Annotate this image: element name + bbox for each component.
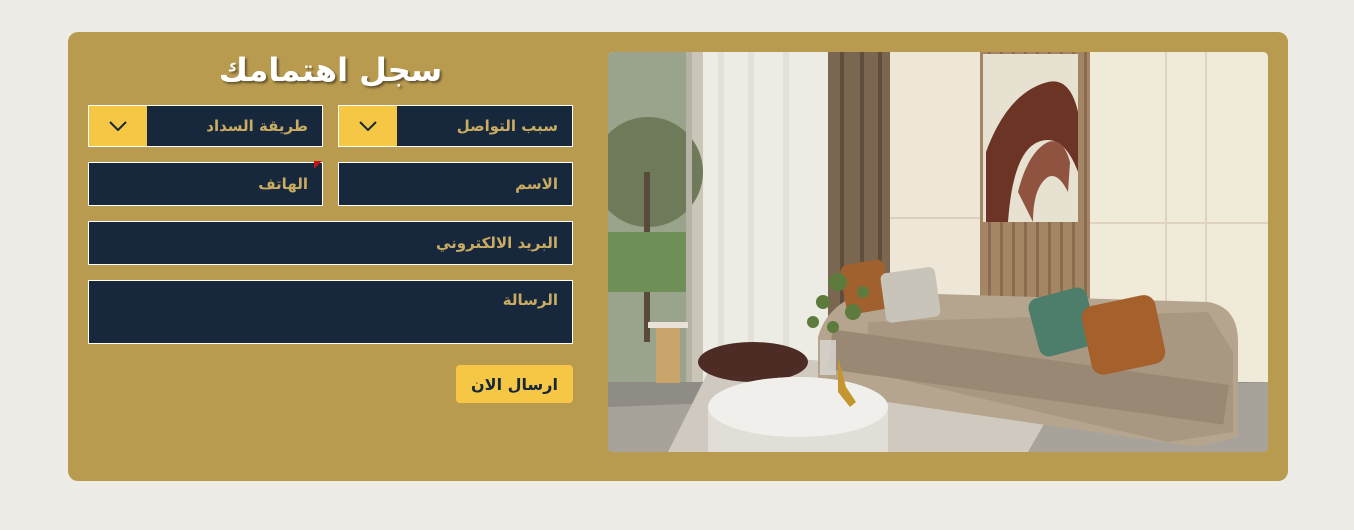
email-placeholder: البريد الالكتروني: [436, 234, 558, 252]
email-field[interactable]: البريد الالكتروني: [88, 221, 573, 265]
phone-placeholder: الهاتف: [258, 175, 308, 193]
payment-method-select[interactable]: طريقة السداد: [88, 105, 323, 147]
payment-method-dropdown-button[interactable]: [89, 106, 147, 146]
submit-button[interactable]: ارسال الان: [456, 365, 573, 403]
message-placeholder: الرسالة: [502, 291, 558, 309]
chevron-down-icon: [359, 121, 377, 131]
contact-reason-select[interactable]: سبب التواصل: [338, 105, 573, 147]
name-placeholder: الاسم: [515, 175, 558, 193]
form-title: سجل اهتمامك: [218, 51, 443, 89]
chevron-down-icon: [109, 121, 127, 131]
required-marker: [314, 161, 322, 169]
payment-method-placeholder: طريقة السداد: [206, 117, 308, 135]
register-interest-card: سجل اهتمامك سبب التواصل طريقة السداد الا…: [68, 32, 1288, 481]
message-field[interactable]: الرسالة: [88, 280, 573, 344]
name-field[interactable]: الاسم: [338, 162, 573, 206]
phone-field[interactable]: الهاتف: [88, 162, 323, 206]
contact-reason-dropdown-button[interactable]: [339, 106, 397, 146]
living-room-photo: [608, 52, 1268, 452]
contact-reason-placeholder: سبب التواصل: [456, 117, 558, 135]
